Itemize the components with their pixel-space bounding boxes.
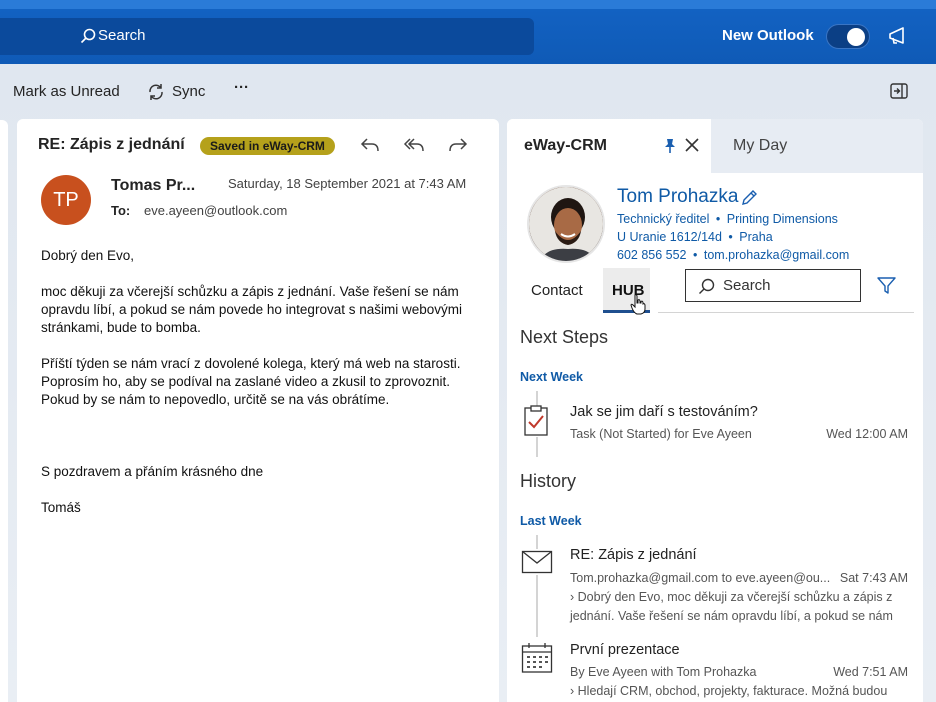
reading-pane: RE: Zápis z jednání Saved in eWay-CRM TP… xyxy=(17,119,499,702)
history-item-time: Wed 7:51 AM xyxy=(833,665,908,679)
body-paragraph: S pozdravem a přáním krásného dne xyxy=(41,464,264,479)
sender-name[interactable]: Tomas Pr... xyxy=(111,177,195,195)
to-address[interactable]: eve.ayeen@outlook.com xyxy=(144,203,287,218)
saved-badge: Saved in eWay-CRM xyxy=(200,137,335,155)
history-item-title[interactable]: První prezentace xyxy=(570,642,680,658)
history-heading: History xyxy=(520,471,577,491)
sender-avatar[interactable]: TP xyxy=(41,175,91,225)
contact-phone[interactable]: 602 856 552 xyxy=(617,248,687,262)
hub-search-input[interactable]: Search xyxy=(685,269,861,302)
forward-icon[interactable] xyxy=(447,135,469,155)
panel-tabs: eWay-CRM My Day xyxy=(507,119,923,173)
search-label: Search xyxy=(98,27,146,44)
contact-email[interactable]: tom.prohazka@gmail.com xyxy=(704,248,849,262)
separator-dot: • xyxy=(715,212,721,226)
message-list-edge xyxy=(0,120,8,702)
history-period: Last Week xyxy=(520,514,582,528)
megaphone-icon[interactable] xyxy=(888,26,910,46)
task-icon xyxy=(524,405,548,436)
next-step-subtitle: Task (Not Started) for Eve Ayeen xyxy=(570,427,752,441)
pin-icon[interactable] xyxy=(661,137,679,155)
body-paragraph: moc děkuji za včerejší schůzku a zápis z… xyxy=(41,284,462,335)
contact-phone-line: 602 856 552 • tom.prohazka@gmail.com xyxy=(617,248,849,262)
edit-pencil-icon[interactable] xyxy=(740,189,758,207)
email-date: Saturday, 18 September 2021 at 7:43 AM xyxy=(228,176,467,191)
close-icon[interactable] xyxy=(684,137,700,153)
tab-my-day-label: My Day xyxy=(733,137,788,154)
calendar-icon xyxy=(521,643,553,673)
contact-title[interactable]: Technický ředitel xyxy=(617,212,709,226)
expand-panel-icon[interactable] xyxy=(890,83,908,99)
reply-all-icon[interactable] xyxy=(403,135,425,155)
history-item-time: Sat 7:43 AM xyxy=(839,571,908,585)
contact-job-line: Technický ředitel • Printing Dimensions xyxy=(617,212,838,226)
history-item-snippet: › Hledají CRM, obchod, projekty, faktura… xyxy=(570,684,888,698)
contact-address-line: U Uranie 1612/14d • Praha xyxy=(617,230,773,244)
contact-street[interactable]: U Uranie 1612/14d xyxy=(617,230,722,244)
email-body: Dobrý den Evo, moc děkuji za včerejší sc… xyxy=(41,247,481,535)
tab-eway-crm[interactable]: eWay-CRM xyxy=(507,119,711,173)
history-item-subtitle: Tom.prohazka@gmail.com to eve.ayeen@ou..… xyxy=(570,571,831,585)
tab-eway-crm-label: eWay-CRM xyxy=(524,137,607,154)
next-step-title[interactable]: Jak se jim daří s testováním? xyxy=(570,404,758,420)
contact-portrait xyxy=(529,187,603,261)
next-step-time: Wed 12:00 AM xyxy=(826,427,908,441)
more-options-button[interactable]: ··· xyxy=(234,79,249,96)
timeline-line xyxy=(536,437,538,457)
contact-photo xyxy=(527,185,605,263)
sync-icon[interactable] xyxy=(146,82,166,102)
mark-as-unread-button[interactable]: Mark as Unread xyxy=(13,83,120,100)
body-paragraph: Příští týden se nám vrací z dovolené kol… xyxy=(41,356,461,407)
search-icon xyxy=(80,28,96,44)
history-item-title[interactable]: RE: Zápis z jednání xyxy=(570,547,697,563)
sync-button[interactable]: Sync xyxy=(172,83,205,100)
history-item-subtitle: By Eve Ayeen with Tom Prohazka xyxy=(570,665,757,679)
history-item-snippet: › Dobrý den Evo, moc děkuji za včerejší … xyxy=(570,590,893,623)
search-box[interactable]: Search xyxy=(0,18,534,55)
contact-company[interactable]: Printing Dimensions xyxy=(727,212,838,226)
contact-city[interactable]: Praha xyxy=(739,230,772,244)
contact-name[interactable]: Tom Prohazka xyxy=(617,186,738,208)
body-paragraph xyxy=(41,427,481,445)
next-steps-heading: Next Steps xyxy=(520,327,609,347)
hub-search-placeholder: Search xyxy=(723,277,771,294)
tab-my-day[interactable]: My Day xyxy=(711,119,923,173)
subtab-divider xyxy=(658,312,914,313)
top-bar-accent xyxy=(0,0,936,9)
separator-dot: • xyxy=(693,248,698,262)
next-steps-period: Next Week xyxy=(520,370,583,384)
email-subject: RE: Zápis z jednání xyxy=(38,136,185,153)
body-paragraph: Tomáš xyxy=(41,500,81,515)
subtab-contact[interactable]: Contact xyxy=(531,282,583,299)
search-icon xyxy=(699,278,715,294)
to-label: To: xyxy=(111,203,131,218)
reply-icon[interactable] xyxy=(359,135,381,155)
toggle-knob xyxy=(847,28,865,46)
eway-crm-panel: eWay-CRM My Day Tom Prohazka Technický ř… xyxy=(507,119,923,702)
body-paragraph: Dobrý den Evo, xyxy=(41,248,135,263)
new-outlook-toggle[interactable] xyxy=(826,24,870,49)
filter-icon[interactable] xyxy=(877,277,896,295)
command-toolbar: Mark as Unread Sync ··· xyxy=(0,64,936,118)
top-bar: Search New Outlook xyxy=(0,0,936,64)
separator-dot: • xyxy=(728,230,733,244)
envelope-icon xyxy=(521,550,553,574)
timeline-line xyxy=(536,535,538,549)
hand-cursor-icon xyxy=(630,294,646,315)
envelope-icon xyxy=(0,87,4,99)
new-outlook-label: New Outlook xyxy=(722,27,814,44)
timeline-line xyxy=(536,575,538,637)
